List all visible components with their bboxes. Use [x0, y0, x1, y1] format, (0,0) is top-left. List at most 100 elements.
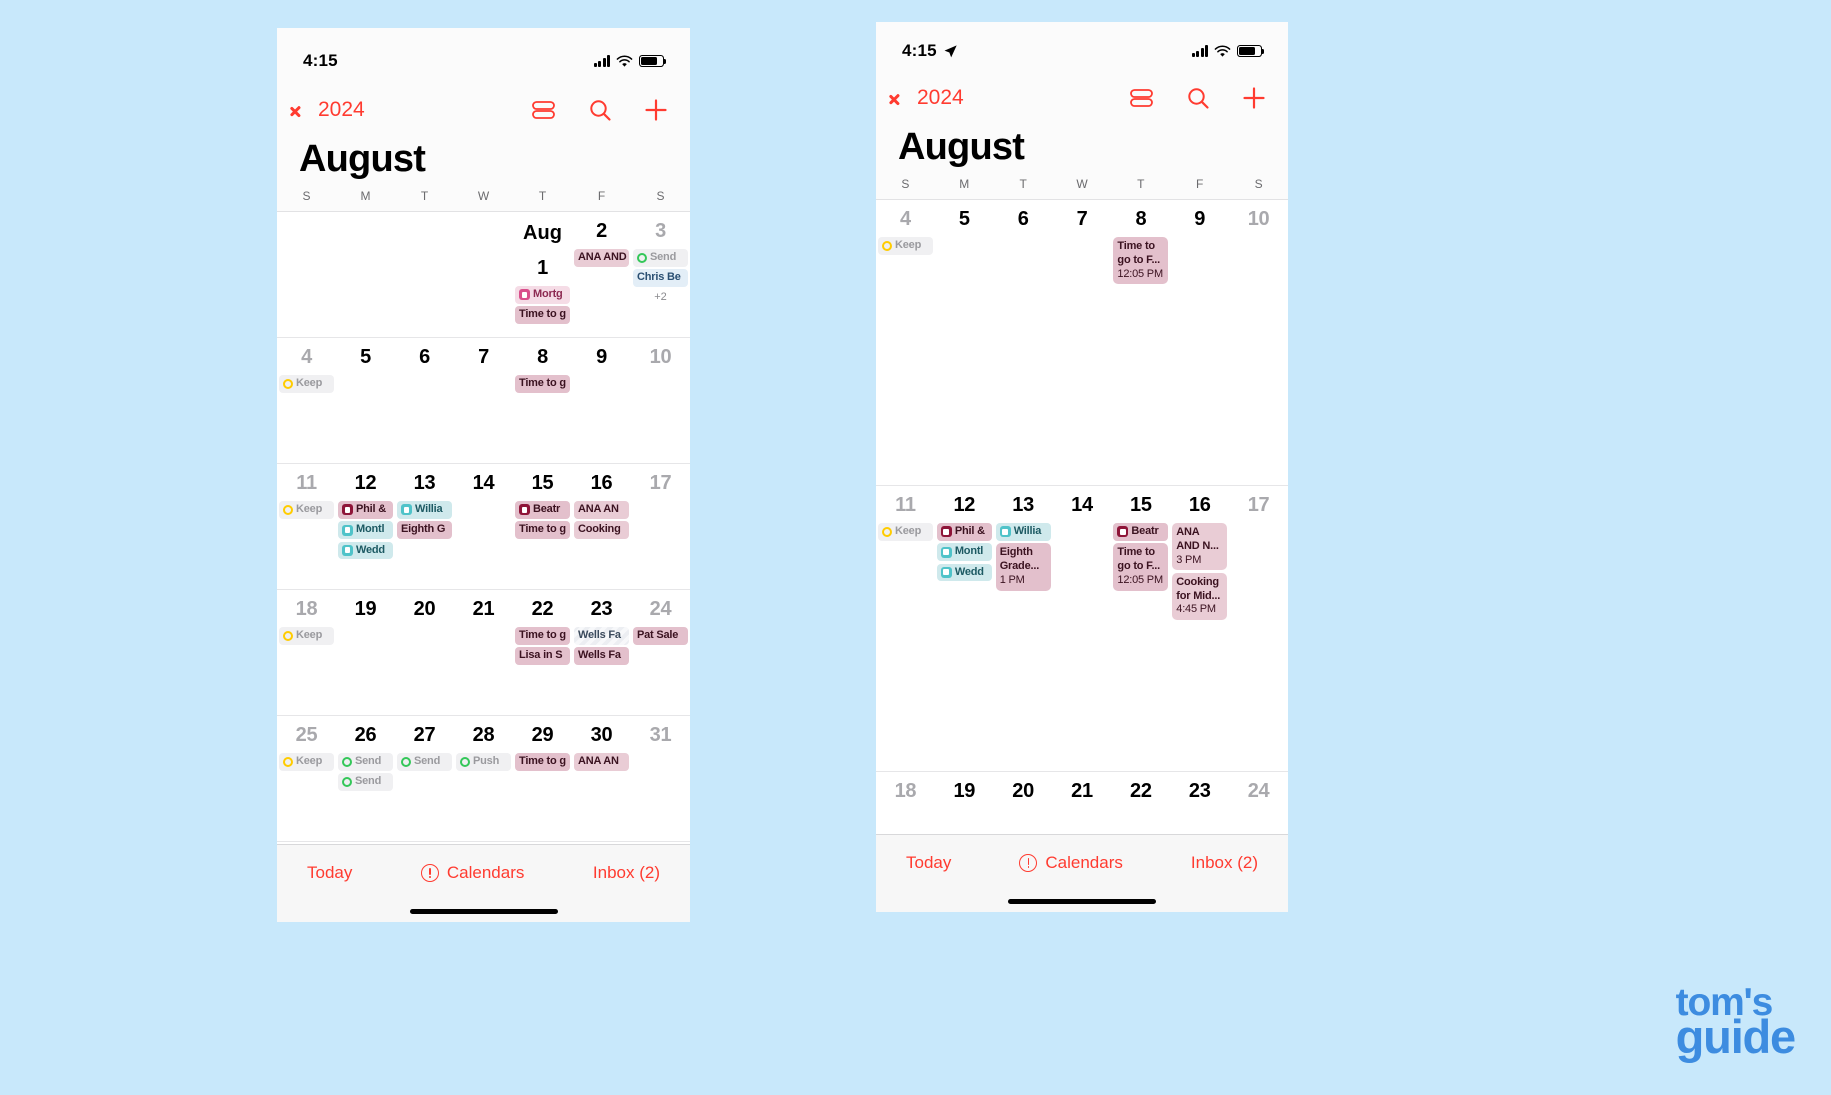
calendar-event-chip[interactable]: Send — [633, 249, 688, 267]
calendar-event-chip[interactable]: ANA AN — [574, 501, 629, 519]
calendar-day-cell[interactable]: 17 — [1229, 486, 1288, 625]
calendar-day-cell[interactable]: 12 Phil & Montl Wedd — [935, 486, 994, 625]
calendar-event-chip[interactable]: Chris Be — [633, 269, 688, 287]
calendar-event-chip[interactable]: Time to g — [515, 627, 570, 645]
calendar-day-cell[interactable]: 20 — [395, 590, 454, 670]
calendar-day-cell[interactable]: 23 — [1170, 772, 1229, 814]
calendar-day-cell[interactable]: 13 Willia Eighth Grade... 1 PM — [994, 486, 1053, 625]
calendar-day-cell[interactable]: 16 ANA AN Cooking — [572, 464, 631, 564]
today-button[interactable]: Today — [307, 863, 352, 883]
calendar-event-chip[interactable]: Wells Fa — [574, 647, 629, 665]
calendar-event-chip[interactable]: Push — [456, 753, 511, 771]
calendar-day-cell[interactable]: 14 — [454, 464, 513, 564]
calendar-day-cell[interactable]: 11 Keep — [277, 464, 336, 564]
calendar-event-chip[interactable]: Phil & — [338, 501, 393, 519]
calendar-event-chip[interactable]: Willia — [995, 523, 1051, 541]
calendar-day-cell[interactable]: 20 — [994, 772, 1053, 814]
calendar-day-cell[interactable]: 16 ANA AND N... 3 PM Cooking for Mid... 4:45… — [1170, 486, 1229, 625]
calendar-day-cell[interactable]: 21 — [1053, 772, 1112, 814]
calendar-event-chip[interactable]: ANA AND N... 3 PM — [1172, 523, 1228, 571]
calendar-day-cell[interactable]: 22 Time to g Lisa in S — [513, 590, 572, 670]
calendar-event-chip[interactable]: Keep — [279, 375, 334, 393]
calendar-event-chip[interactable]: Time to g — [515, 306, 570, 324]
calendar-day-cell[interactable]: 10 — [1229, 200, 1288, 289]
calendar-day-cell[interactable] — [454, 212, 513, 329]
calendar-day-cell[interactable]: 24 Pat Sale — [631, 590, 690, 670]
calendar-event-chip[interactable]: Beatr — [515, 501, 570, 519]
add-icon[interactable] — [644, 98, 668, 122]
calendar-event-chip[interactable]: Keep — [279, 753, 334, 771]
calendar-day-cell[interactable]: 21 — [454, 590, 513, 670]
calendar-day-cell[interactable]: 6 — [994, 200, 1053, 289]
calendar-day-cell[interactable]: 5 — [336, 338, 395, 398]
calendar-scroll-area[interactable]: 4 Keep 5 6 7 8 Time to go to F... 12:05 PM 9 10 11… — [876, 200, 1288, 834]
calendar-event-chip[interactable]: Cooking for Mid... 4:45 PM — [1172, 572, 1228, 620]
calendar-event-chip[interactable]: Keep — [279, 501, 334, 519]
calendar-day-cell[interactable]: 8 Time to go to F... 12:05 PM — [1111, 200, 1170, 289]
back-to-year-button[interactable]: 2024 — [299, 98, 365, 122]
calendar-event-chip[interactable]: Pat Sale — [633, 627, 688, 645]
calendar-day-cell[interactable] — [336, 212, 395, 329]
calendar-event-chip[interactable]: Wedd — [338, 541, 393, 560]
today-button[interactable]: Today — [906, 853, 951, 873]
calendar-day-cell[interactable]: 13 Willia Eighth G — [395, 464, 454, 564]
calendar-day-cell[interactable]: 15 Beatr Time to g — [513, 464, 572, 564]
calendar-event-chip[interactable]: Wells Fa — [574, 627, 629, 645]
calendar-event-chip[interactable]: Wedd — [936, 563, 992, 582]
calendar-event-chip[interactable]: Eighth Grade... 1 PM — [995, 543, 1051, 591]
calendar-day-cell[interactable]: 11 Keep — [876, 486, 935, 625]
calendar-event-chip[interactable]: Keep — [878, 237, 933, 255]
calendar-event-chip[interactable]: Keep — [878, 523, 933, 541]
calendar-day-cell[interactable]: 7 — [454, 338, 513, 398]
calendar-day-cell[interactable]: Aug 1 Mortg Time to g — [513, 212, 572, 329]
back-to-year-button[interactable]: 2024 — [898, 86, 964, 110]
calendar-event-chip[interactable]: Montl — [338, 521, 393, 539]
calendar-event-chip[interactable]: Montl — [936, 543, 992, 561]
calendar-day-cell[interactable]: 10 — [631, 338, 690, 398]
search-icon[interactable] — [1186, 86, 1210, 110]
calendar-day-cell[interactable]: 18 — [876, 772, 935, 814]
inbox-button[interactable]: Inbox (2) — [593, 863, 660, 883]
list-view-icon[interactable] — [531, 99, 556, 121]
calendar-event-chip[interactable]: Beatr — [1113, 523, 1169, 541]
calendar-day-cell[interactable]: 18 Keep — [277, 590, 336, 670]
calendar-scroll-area[interactable]: Aug 1 Mortg Time to g 2 ANA AND 3 Send Chris Be +… — [277, 212, 690, 844]
calendar-day-cell[interactable]: 3 Send Chris Be +2 — [631, 212, 690, 329]
calendar-event-chip[interactable]: ANA AN — [574, 753, 629, 771]
calendars-button[interactable]: Calendars — [1019, 853, 1123, 873]
calendar-day-cell[interactable]: 5 — [935, 200, 994, 289]
calendar-event-chip[interactable]: Willia — [397, 501, 452, 519]
calendars-button[interactable]: Calendars — [420, 863, 524, 883]
calendar-day-cell[interactable]: 7 — [1053, 200, 1112, 289]
calendar-day-cell[interactable]: 22 — [1111, 772, 1170, 814]
calendar-day-cell[interactable]: 28 Push — [454, 716, 513, 796]
calendar-day-cell[interactable]: 27 Send — [395, 716, 454, 796]
calendar-event-chip[interactable]: Eighth G — [397, 521, 452, 539]
more-events-label[interactable]: +2 — [633, 290, 688, 303]
search-icon[interactable] — [588, 98, 612, 122]
calendar-event-chip[interactable]: Time to go to F... 12:05 PM — [1113, 237, 1169, 285]
calendar-event-chip[interactable]: Send — [338, 753, 393, 771]
calendar-event-chip[interactable]: Time to g — [515, 521, 570, 539]
calendar-day-cell[interactable] — [277, 212, 336, 329]
calendar-day-cell[interactable]: 14 — [1053, 486, 1112, 625]
add-icon[interactable] — [1242, 86, 1266, 110]
calendar-day-cell[interactable]: 12 Phil & Montl Wedd — [336, 464, 395, 564]
list-view-icon[interactable] — [1129, 87, 1154, 109]
calendar-day-cell[interactable]: 19 — [935, 772, 994, 814]
calendar-day-cell[interactable]: 4 Keep — [277, 338, 336, 398]
calendar-day-cell[interactable]: 8 Time to g — [513, 338, 572, 398]
calendar-event-chip[interactable]: Time to go to F... 12:05 PM — [1113, 543, 1169, 591]
calendar-event-chip[interactable]: Time to g — [515, 753, 570, 771]
calendar-day-cell[interactable]: 17 — [631, 464, 690, 564]
calendar-event-chip[interactable]: Keep — [279, 627, 334, 645]
calendar-event-chip[interactable]: Time to g — [515, 375, 570, 393]
calendar-day-cell[interactable]: 30 ANA AN — [572, 716, 631, 796]
inbox-button[interactable]: Inbox (2) — [1191, 853, 1258, 873]
calendar-day-cell[interactable]: 23 Wells Fa Wells Fa — [572, 590, 631, 670]
calendar-day-cell[interactable]: 6 — [395, 338, 454, 398]
calendar-day-cell[interactable]: 24 — [1229, 772, 1288, 814]
calendar-event-chip[interactable]: Send — [397, 753, 452, 771]
calendar-day-cell[interactable]: 9 — [572, 338, 631, 398]
calendar-day-cell[interactable]: 29 Time to g — [513, 716, 572, 796]
